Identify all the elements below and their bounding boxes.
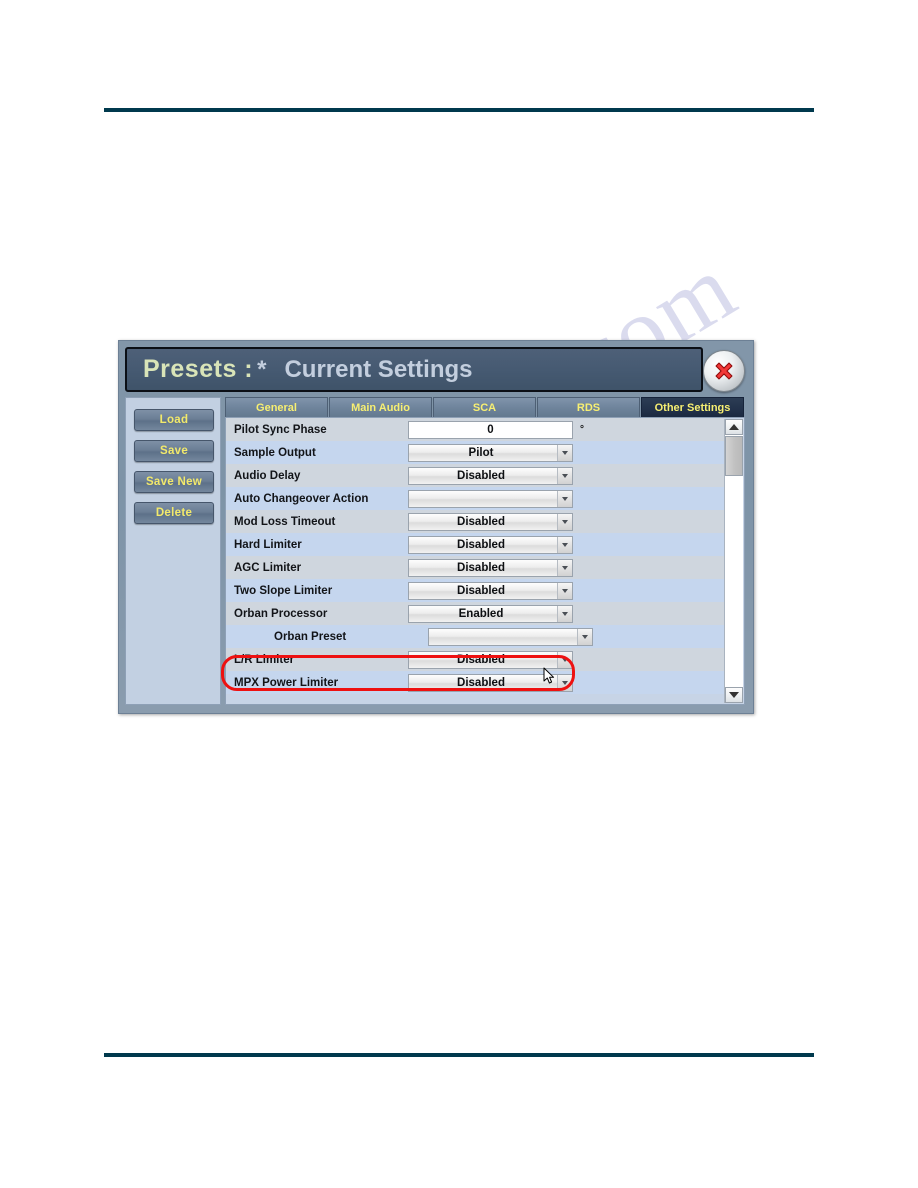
close-button[interactable] [703,350,745,392]
setting-label: Orban Processor [234,607,328,620]
chevron-down-icon[interactable] [557,674,572,691]
setting-label: Audio Delay [234,469,301,482]
combo-value: Disabled [457,584,505,597]
vertical-scrollbar[interactable] [724,419,743,703]
chevron-down-icon[interactable] [577,628,592,645]
chevron-down-icon[interactable] [557,536,572,553]
hard-limiter-field[interactable]: Disabled [408,535,573,554]
setting-label: Two Slope Limiter [234,584,333,597]
orban-processor-field[interactable]: Enabled [408,604,573,623]
agc-limiter-combo[interactable]: Disabled [408,558,573,577]
auto-changeover-action-combo[interactable] [408,489,573,508]
two-slope-limiter-field[interactable]: Disabled [408,581,573,600]
dialog-body: Load Save Save New Delete General Main A… [125,397,745,705]
table-row: Mod Loss Timeout Disabled [226,510,724,533]
page-title: Presets : [143,355,254,383]
page-header-rule [104,108,814,112]
combo-value: Disabled [457,538,505,551]
settings-list: Pilot Sync Phase 0 ° Sample Output Pilot [226,418,724,704]
save-new-button[interactable]: Save New [134,471,214,493]
orban-processor-combo[interactable]: Enabled [408,604,573,623]
save-button[interactable]: Save [134,440,214,462]
tabstrip: General Main Audio SCA RDS Other Setting… [225,397,745,417]
tab-general[interactable]: General [225,397,328,417]
page-footer-rule [104,1053,814,1057]
combo-value: Disabled [457,561,505,574]
audio-delay-combo[interactable]: Disabled [408,466,573,485]
setting-label: L/R Limiter [234,653,295,666]
chevron-down-icon[interactable] [557,651,572,668]
lr-limiter-field[interactable]: Disabled [408,650,573,669]
audio-delay-field[interactable]: Disabled [408,466,573,485]
orban-preset-field[interactable] [428,627,593,646]
table-row: AGC Limiter Disabled [226,556,724,579]
setting-label: Hard Limiter [234,538,302,551]
mpx-power-limiter-combo[interactable]: Disabled [408,673,573,692]
lr-limiter-combo[interactable]: Disabled [408,650,573,669]
modified-indicator: * [257,355,267,383]
combo-value: Disabled [457,515,505,528]
table-row: Pilot Sync Phase 0 ° [226,418,724,441]
tab-sca[interactable]: SCA [433,397,536,417]
hard-limiter-combo[interactable]: Disabled [408,535,573,554]
preset-name: Current Settings [284,355,473,383]
table-row: Sample Output Pilot [226,441,724,464]
pilot-sync-phase-field[interactable]: 0 [408,420,573,439]
combo-value: Disabled [457,676,505,689]
combo-value: Enabled [458,607,504,620]
tab-rds[interactable]: RDS [537,397,640,417]
setting-label: Orban Preset [274,630,347,643]
degree-unit: ° [580,424,584,435]
table-row: Orban Preset [226,625,724,648]
load-button[interactable]: Load [134,409,214,431]
two-slope-limiter-combo[interactable]: Disabled [408,581,573,600]
setting-label: Mod Loss Timeout [234,515,336,528]
mod-loss-timeout-combo[interactable]: Disabled [408,512,573,531]
setting-label: Sample Output [234,446,316,459]
scroll-up-arrow-icon[interactable] [725,419,743,435]
orban-preset-combo[interactable] [428,627,593,646]
delete-button[interactable]: Delete [134,502,214,524]
combo-value: Disabled [457,469,505,482]
table-row: Audio Delay Disabled [226,464,724,487]
table-row: Auto Changeover Action [226,487,724,510]
sample-output-combo[interactable]: Pilot [408,443,573,462]
auto-changeover-action-field[interactable] [408,489,573,508]
setting-label: MPX Power Limiter [234,676,339,689]
setting-label: Pilot Sync Phase [234,423,327,436]
tab-main-audio[interactable]: Main Audio [329,397,432,417]
close-icon [715,362,733,380]
sample-output-field[interactable]: Pilot [408,443,573,462]
table-row: Orban Processor Enabled [226,602,724,625]
chevron-down-icon[interactable] [557,490,572,507]
chevron-down-icon[interactable] [557,582,572,599]
mod-loss-timeout-field[interactable]: Disabled [408,512,573,531]
table-row: L/R Limiter Disabled [226,648,724,671]
pilot-sync-phase-input[interactable]: 0 [408,420,573,439]
mpx-power-limiter-field[interactable]: Disabled [408,673,573,692]
scroll-down-arrow-icon[interactable] [725,687,743,703]
table-row: Hard Limiter Disabled [226,533,724,556]
presets-dialog: Presets : * Current Settings Load Save S… [118,340,754,714]
tab-other-settings[interactable]: Other Settings [641,397,744,417]
chevron-down-icon[interactable] [557,444,572,461]
combo-value: Disabled [457,653,505,666]
table-row: Two Slope Limiter Disabled [226,579,724,602]
preset-actions-sidebar: Load Save Save New Delete [125,397,221,705]
combo-value: Pilot [468,446,494,459]
dialog-titlebar: Presets : * Current Settings [125,347,703,392]
setting-label: Auto Changeover Action [234,492,369,505]
chevron-down-icon[interactable] [557,605,572,622]
settings-pane: Pilot Sync Phase 0 ° Sample Output Pilot [225,417,745,705]
chevron-down-icon[interactable] [557,559,572,576]
scrollbar-thumb[interactable] [725,436,743,476]
setting-label: AGC Limiter [234,561,302,574]
chevron-down-icon[interactable] [557,467,572,484]
chevron-down-icon[interactable] [557,513,572,530]
agc-limiter-field[interactable]: Disabled [408,558,573,577]
table-row: MPX Power Limiter Disabled [226,671,724,694]
